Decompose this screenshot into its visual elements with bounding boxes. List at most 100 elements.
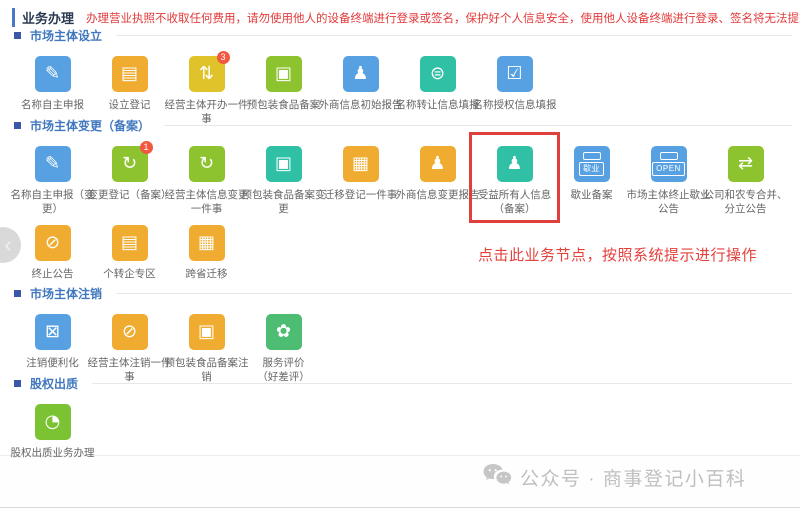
watermark-text: 公众号 · 商事登记小百科 xyxy=(520,464,746,491)
icon-glyph: ✿ xyxy=(276,323,291,341)
service-tile[interactable]: ✿服务评价 （好差评） xyxy=(245,314,322,385)
service-tile[interactable]: ↻1变更登记（备案） xyxy=(91,146,168,217)
terminate-notice-icon[interactable]: ⊘ xyxy=(35,225,71,261)
icon-glyph: ▣ xyxy=(275,155,292,173)
service-tile[interactable]: ✎名称自主申报（变 更） xyxy=(14,146,91,217)
service-tile[interactable]: ♟外商信息变更报告 xyxy=(399,146,476,217)
service-tile[interactable]: ▣预包装食品备案注 销 xyxy=(168,314,245,385)
icon-glyph: ⊠ xyxy=(45,323,60,341)
closed-sign-icon[interactable]: 歇业 xyxy=(574,146,610,182)
icon-glyph: ▣ xyxy=(275,65,292,83)
shield-check-icon[interactable]: ☑ xyxy=(497,56,533,92)
clipboard-pencil-icon[interactable]: ✎ xyxy=(35,146,71,182)
clipboard-refresh-icon[interactable]: ↻ xyxy=(189,146,225,182)
service-tile[interactable]: ▣预包装食品备案变 更 xyxy=(245,146,322,217)
service-tile[interactable]: 歇业歇业备案 xyxy=(553,146,630,217)
person-icon[interactable]: ♟ xyxy=(420,146,456,182)
icon-glyph: ♟ xyxy=(506,155,522,173)
fee-warning-text: 办理营业执照不收取任何费用，请勿使用他人的设备终端进行登录或签名，保护好个人信息… xyxy=(86,10,800,26)
notification-badge: 1 xyxy=(140,141,153,154)
divider-line xyxy=(92,383,792,384)
merge-split-icon[interactable]: ⇄ xyxy=(728,146,764,182)
service-tile[interactable]: ♟受益所有人信息 （备案） xyxy=(476,146,553,217)
section-equity-pledge: 股权出质 ◔股权出质业务办理 xyxy=(14,376,792,461)
clipboard-icon[interactable]: ▤ xyxy=(112,225,148,261)
pie-chart-icon[interactable]: ◔ xyxy=(35,404,71,440)
service-tile[interactable]: ↻经营主体信息变更 一件事 xyxy=(168,146,245,217)
chevron-left-icon: ‹ xyxy=(4,232,11,258)
service-tile[interactable]: ⊘经营主体注销一件 事 xyxy=(91,314,168,385)
person-card-icon[interactable]: ♟ xyxy=(497,146,533,182)
square-bullet-icon xyxy=(14,122,21,129)
qr-cancel-icon[interactable]: ⊠ xyxy=(35,314,71,350)
service-tile[interactable]: ◔股权出质业务办理 xyxy=(14,404,91,461)
watermark: 公众号 · 商事登记小百科 xyxy=(482,463,746,492)
compress-arrows-icon[interactable]: ⇅3 xyxy=(189,56,225,92)
icon-inner-label: OPEN xyxy=(652,162,685,176)
divider-line xyxy=(164,125,792,126)
icon-glyph: ⇅ xyxy=(199,65,214,83)
icon-glyph: ♟ xyxy=(352,65,368,83)
service-tile[interactable]: ⊜名称转让信息填报 xyxy=(399,56,476,127)
page-header: 业务办理 办理营业执照不收取任何费用，请勿使用他人的设备终端进行登录或签名，保护… xyxy=(12,8,792,27)
icon-glyph: ▦ xyxy=(352,155,369,173)
section-header: 股权出质 xyxy=(14,376,792,390)
section-title: 市场主体注销 xyxy=(30,285,102,302)
section-title: 股权出质 xyxy=(30,375,78,392)
page-title: 业务办理 xyxy=(12,8,74,27)
icon-glyph: ⇄ xyxy=(738,155,753,173)
section-deregistration: 市场主体注销 ⊠注销便利化⊘经营主体注销一件 事▣预包装食品备案注 销✿服务评价… xyxy=(14,286,792,385)
package-refresh-icon[interactable]: ▣ xyxy=(266,146,302,182)
service-tile[interactable]: ♟外商信息初始报告 xyxy=(322,56,399,127)
square-bullet-icon xyxy=(14,380,21,387)
icon-glyph: ♟ xyxy=(429,155,445,173)
icon-glyph: ☑ xyxy=(506,65,522,83)
service-tile[interactable]: OPEN市场主体终止歇业 公告 xyxy=(630,146,707,217)
section-header: 市场主体注销 xyxy=(14,286,792,300)
icon-glyph: ▤ xyxy=(121,65,138,83)
clipboard-icon[interactable]: ▤ xyxy=(112,56,148,92)
icon-glyph: ⊘ xyxy=(45,234,60,252)
section-header: 市场主体变更（备案） xyxy=(14,118,792,132)
service-tile-label: 跨省迁移 xyxy=(161,268,253,282)
section-title: 市场主体设立 xyxy=(30,27,102,44)
service-tile[interactable]: ☑名称授权信息填报 xyxy=(476,56,553,127)
sign-board-shape xyxy=(660,152,678,160)
person-icon[interactable]: ♟ xyxy=(343,56,379,92)
square-bullet-icon xyxy=(14,290,21,297)
icon-glyph: ✎ xyxy=(45,65,60,83)
service-tile-label: 股权出质业务办理 xyxy=(7,447,99,461)
icon-glyph: ✎ xyxy=(45,155,60,173)
doc-cancel-icon[interactable]: ⊘ xyxy=(112,314,148,350)
icon-inner-label: 歇业 xyxy=(579,162,604,176)
wechat-icon xyxy=(482,463,512,492)
icon-glyph: ↻ xyxy=(122,155,137,173)
icon-glyph: ↻ xyxy=(199,155,214,173)
service-tile[interactable]: ⇅3经营主体开办一件 事 xyxy=(168,56,245,127)
icon-glyph: ▣ xyxy=(198,323,215,341)
divider-line xyxy=(116,35,792,36)
calendar-arrow-icon[interactable]: ▦ xyxy=(343,146,379,182)
transfer-list-icon[interactable]: ⊜ xyxy=(420,56,456,92)
service-tile[interactable]: ⊘终止公告 xyxy=(14,225,91,282)
square-bullet-icon xyxy=(14,32,21,39)
sign-board-shape xyxy=(583,152,601,160)
service-tile[interactable]: ▤个转企专区 xyxy=(91,225,168,282)
icon-glyph: ⊜ xyxy=(430,65,445,83)
section-title: 市场主体变更（备案） xyxy=(30,117,150,134)
service-tile[interactable]: ▣预包装食品备案 xyxy=(245,56,322,127)
open-sign-icon[interactable]: OPEN xyxy=(651,146,687,182)
service-tile[interactable]: ▦迁移登记一件事 xyxy=(322,146,399,217)
package-icon[interactable]: ▣ xyxy=(266,56,302,92)
section-header: 市场主体设立 xyxy=(14,28,792,42)
icon-glyph: ◔ xyxy=(45,413,61,431)
business-portal-page: 业务办理 办理营业执照不收取任何费用，请勿使用他人的设备终端进行登录或签名，保护… xyxy=(0,0,800,507)
section-establishment: 市场主体设立 ✎名称自主申报▤设立登记⇅3经营主体开办一件 事▣预包装食品备案♟… xyxy=(14,28,792,127)
clipboard-refresh-icon[interactable]: ↻1 xyxy=(112,146,148,182)
service-tile[interactable]: ⇄公司和农专合并、 分立公告 xyxy=(707,146,784,217)
cross-province-calendar-icon[interactable]: ▦ xyxy=(189,225,225,261)
clipboard-pencil-icon[interactable]: ✎ xyxy=(35,56,71,92)
service-rating-flower-icon[interactable]: ✿ xyxy=(266,314,302,350)
service-tile[interactable]: ▦跨省迁移 xyxy=(168,225,245,282)
package-cancel-icon[interactable]: ▣ xyxy=(189,314,225,350)
